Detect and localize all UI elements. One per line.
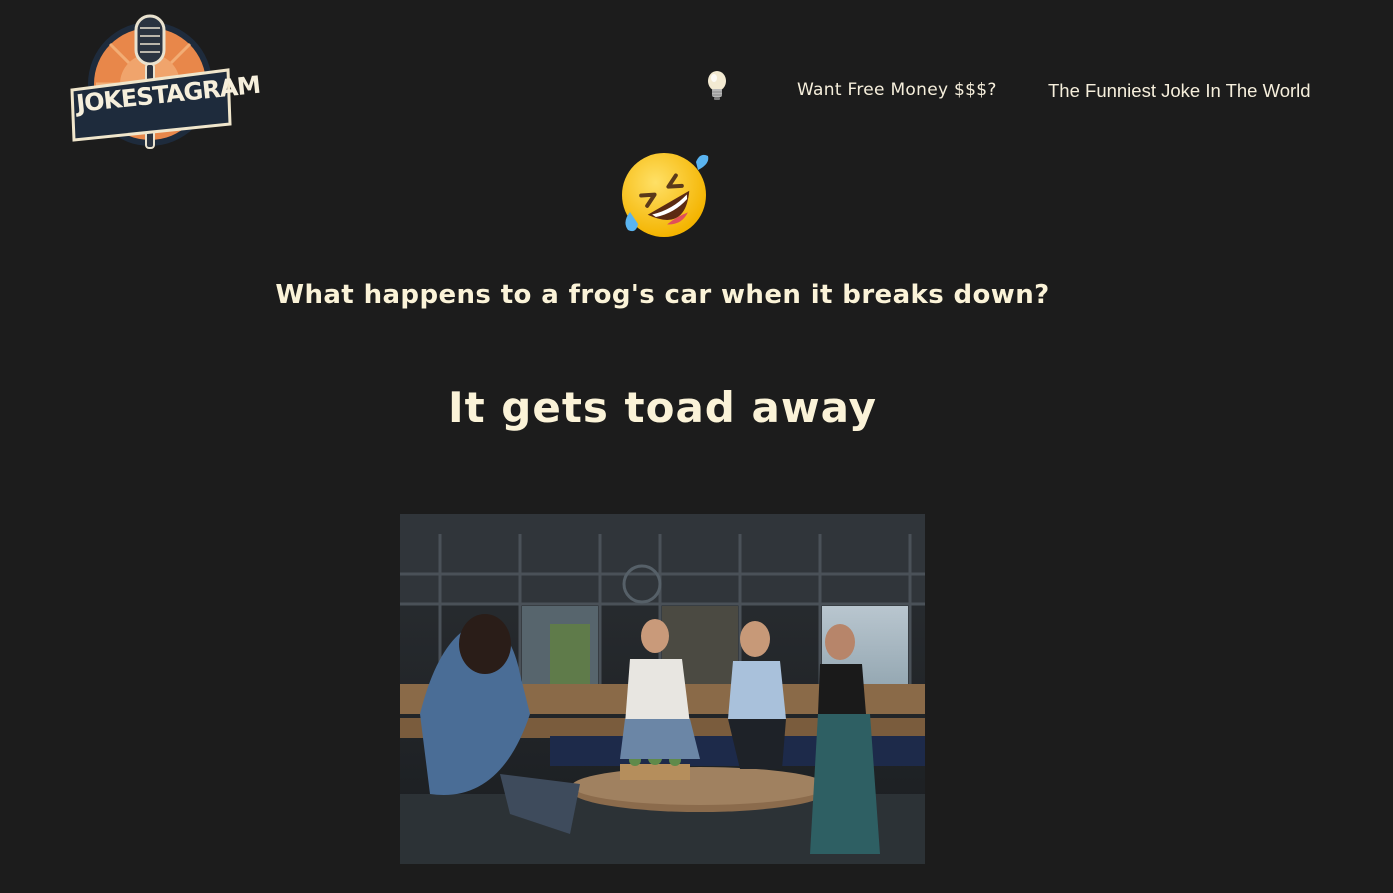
nav-link-free-money[interactable]: Want Free Money $$$? [797, 80, 997, 100]
rolling-on-floor-laughing-emoji [620, 150, 710, 240]
nav-link-funniest-joke[interactable]: The Funniest Joke In The World [1048, 80, 1311, 102]
friends-laughing-photo [400, 514, 925, 864]
joke-question: What happens to a frog's car when it bre… [275, 280, 1050, 310]
joke-answer: It gets toad away [447, 383, 878, 432]
jokestagram-logo[interactable]: JOKESTAGRAM [70, 12, 261, 152]
lightbulb-icon[interactable] [704, 70, 730, 102]
page: JOKESTAGRAM Want Free Money $$$? The Fun… [0, 0, 1393, 893]
